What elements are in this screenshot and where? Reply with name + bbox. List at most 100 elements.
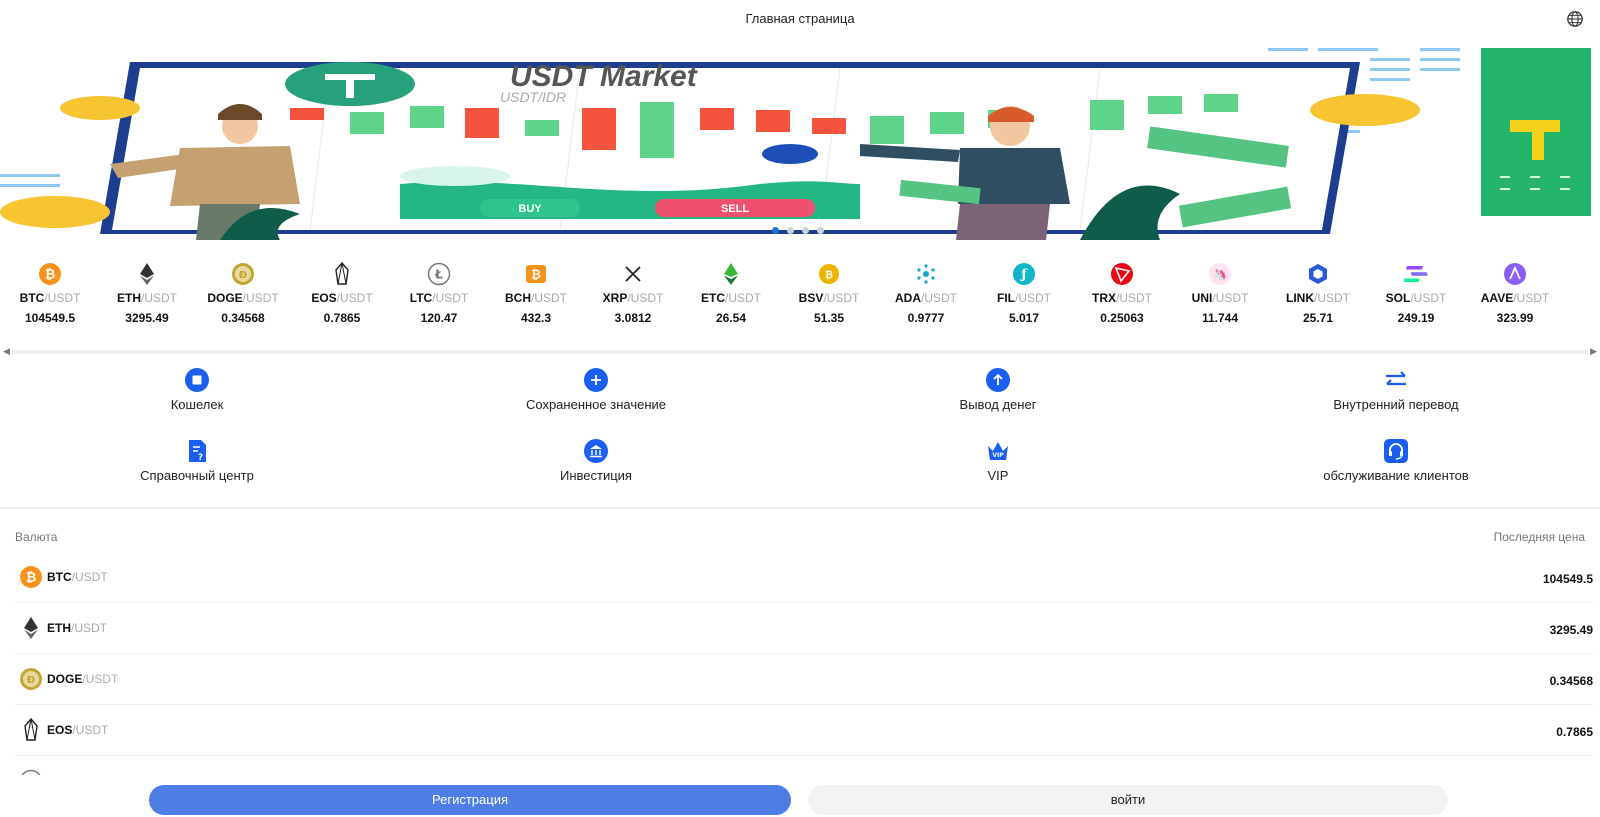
menu-item-wallet[interactable]: Кошелек bbox=[67, 367, 327, 412]
carousel-dot[interactable] bbox=[802, 227, 809, 234]
svg-text:?: ? bbox=[198, 453, 203, 463]
ticker-item-eos[interactable]: EOS/USDT 0.7865 bbox=[292, 261, 392, 325]
market-quote: /USDT bbox=[72, 723, 109, 737]
market-price: 3295.49 bbox=[1549, 623, 1593, 637]
ticker-base: ADA bbox=[895, 291, 921, 305]
promo-banner-carousel[interactable]: USDT Market USDT/IDR BUY SELL bbox=[0, 44, 1600, 240]
trx-icon bbox=[1110, 262, 1134, 286]
carousel-dot[interactable] bbox=[772, 227, 779, 234]
section-divider bbox=[0, 507, 1600, 509]
deposit-plus-icon bbox=[583, 367, 609, 393]
market-row[interactable]: EOS/USDT 0.7865 bbox=[15, 706, 1593, 756]
ticker-price: 3.0812 bbox=[614, 311, 652, 325]
globe-icon[interactable] bbox=[1566, 10, 1584, 28]
market-base: EOS bbox=[47, 723, 73, 737]
market-base: DOGE bbox=[47, 672, 83, 686]
ticker-base: ETC bbox=[701, 291, 725, 305]
ticker-price: 120.47 bbox=[420, 311, 458, 325]
ticker-item-fil[interactable]: ƒ FIL/USDT 5.017 bbox=[974, 262, 1074, 325]
menu-item-label: Справочный центр bbox=[140, 468, 254, 483]
menu-item-vip-crown[interactable]: VIP VIP bbox=[868, 438, 1128, 483]
svg-text:₿: ₿ bbox=[531, 268, 541, 282]
menu-item-label: Внутренний перевод bbox=[1333, 397, 1459, 412]
ticker-price: 26.54 bbox=[715, 311, 747, 325]
ticker-item-link[interactable]: LINK/USDT 25.71 bbox=[1268, 262, 1368, 325]
ticker-item-trx[interactable]: TRX/USDT 0.25063 bbox=[1072, 262, 1172, 325]
price-ticker[interactable]: ₿ BTC/USDT 104549.5 ETH/USDT 3295.49 Ð DOGE/US… bbox=[0, 261, 1600, 342]
ticker-pair: LINK/USDT bbox=[1268, 291, 1368, 305]
market-row[interactable]: ETH/USDT 3295.49 bbox=[15, 604, 1593, 654]
ticker-item-aave[interactable]: AAVE/USDT 323.99 bbox=[1465, 262, 1565, 325]
ticker-item-etc[interactable]: ETC/USDT 26.54 bbox=[681, 262, 781, 325]
ticker-pair: LTC/USDT bbox=[389, 291, 489, 305]
uni-icon: 🦄 bbox=[1208, 262, 1232, 286]
ticker-quote: /USDT bbox=[627, 291, 664, 305]
menu-item-transfer-arrows[interactable]: Внутренний перевод bbox=[1266, 367, 1526, 412]
ticker-price: 51.35 bbox=[813, 311, 845, 325]
menu-item-label: Кошелек bbox=[170, 397, 224, 412]
ticker-item-sol[interactable]: SOL/USDT 249.19 bbox=[1366, 262, 1466, 325]
ticker-item-ltc[interactable]: Ł LTC/USDT 120.47 bbox=[389, 262, 489, 325]
currency-column-header: Валюта bbox=[15, 530, 58, 544]
carousel-dot[interactable] bbox=[787, 227, 794, 234]
eth-icon bbox=[135, 262, 159, 286]
ticker-item-btc[interactable]: ₿ BTC/USDT 104549.5 bbox=[0, 262, 100, 325]
market-price: 0.34568 bbox=[1549, 674, 1593, 688]
link-icon bbox=[1306, 262, 1330, 286]
vip-crown-icon: VIP bbox=[985, 438, 1011, 464]
menu-item-help-document[interactable]: ? Справочный центр bbox=[67, 438, 327, 483]
ticker-item-bch[interactable]: ₿ BCH/USDT 432.3 bbox=[486, 262, 586, 325]
bsv-icon: ₿ bbox=[817, 262, 841, 286]
login-button[interactable]: войти bbox=[808, 785, 1448, 815]
menu-item-withdraw-arrow[interactable]: Вывод денег bbox=[868, 367, 1128, 412]
sol-icon bbox=[1402, 262, 1428, 286]
ticker-pair: TRX/USDT bbox=[1072, 291, 1172, 305]
market-price: 104549.5 bbox=[1542, 572, 1593, 586]
ticker-base: LINK bbox=[1286, 291, 1314, 305]
ticker-price: 0.9777 bbox=[907, 311, 945, 325]
svg-text:Ł: Ł bbox=[434, 268, 443, 282]
menu-item-label: Вывод денег bbox=[959, 397, 1037, 412]
market-pair: EOS/USDT bbox=[47, 723, 108, 737]
ticker-quote: /USDT bbox=[1314, 291, 1350, 305]
ticker-price: 0.34568 bbox=[221, 311, 265, 325]
scroll-right-arrow-icon[interactable]: ▶ bbox=[1590, 346, 1597, 357]
banner-sell-label: SELL bbox=[721, 203, 749, 215]
fil-icon: ƒ bbox=[1012, 262, 1036, 286]
market-pair: ETH/USDT bbox=[47, 621, 107, 635]
menu-item-deposit-plus[interactable]: Сохраненное значение bbox=[466, 367, 726, 412]
btc-icon: ₿ bbox=[19, 565, 43, 589]
ticker-pair: XRP/USDT bbox=[583, 291, 683, 305]
top-header: Главная страница bbox=[0, 0, 1600, 40]
eos-icon bbox=[19, 717, 43, 742]
ticker-item-uni[interactable]: 🦄 UNI/USDT 11.744 bbox=[1170, 262, 1270, 325]
ticker-pair: BCH/USDT bbox=[486, 291, 586, 305]
menu-item-investment-bank[interactable]: Инвестиция bbox=[466, 438, 726, 483]
ticker-scrollbar[interactable]: ◀ ▶ bbox=[0, 346, 1600, 358]
transfer-arrows-icon bbox=[1383, 367, 1409, 393]
register-button[interactable]: Регистрация bbox=[149, 785, 791, 815]
menu-item-customer-service-headset[interactable]: обслуживание клиентов bbox=[1266, 438, 1526, 483]
ticker-pair: ETC/USDT bbox=[681, 291, 781, 305]
banner-subheading: USDT/IDR bbox=[500, 89, 566, 105]
page-title: Главная страница bbox=[745, 11, 855, 26]
banner-buy-label: BUY bbox=[518, 203, 542, 215]
scroll-left-arrow-icon[interactable]: ◀ bbox=[3, 346, 10, 357]
ticker-item-doge[interactable]: Ð DOGE/USDT 0.34568 bbox=[193, 262, 293, 325]
ticker-item-eth[interactable]: ETH/USDT 3295.49 bbox=[97, 262, 197, 325]
ticker-item-xrp[interactable]: XRP/USDT 3.0812 bbox=[583, 262, 683, 325]
ticker-pair: UNI/USDT bbox=[1170, 291, 1270, 305]
ticker-quote: /USDT bbox=[1015, 291, 1051, 305]
wallet-icon bbox=[184, 367, 210, 393]
carousel-dot[interactable] bbox=[817, 227, 824, 234]
ticker-item-bsv[interactable]: ₿ BSV/USDT 51.35 bbox=[779, 262, 879, 325]
ticker-base: EOS bbox=[311, 291, 337, 305]
ticker-base: DOGE bbox=[207, 291, 243, 305]
ticker-base: TRX bbox=[1092, 291, 1116, 305]
market-row[interactable]: ₿ BTC/USDT 104549.5 bbox=[15, 553, 1593, 603]
ticker-quote: /USDT bbox=[1513, 291, 1550, 305]
market-row[interactable]: Ð DOGE/USDT 0.34568 bbox=[15, 655, 1593, 705]
carousel-dots[interactable] bbox=[772, 227, 824, 234]
ticker-item-ada[interactable]: ADA/USDT 0.9777 bbox=[876, 262, 976, 325]
ticker-quote: /USDT bbox=[1116, 291, 1152, 305]
